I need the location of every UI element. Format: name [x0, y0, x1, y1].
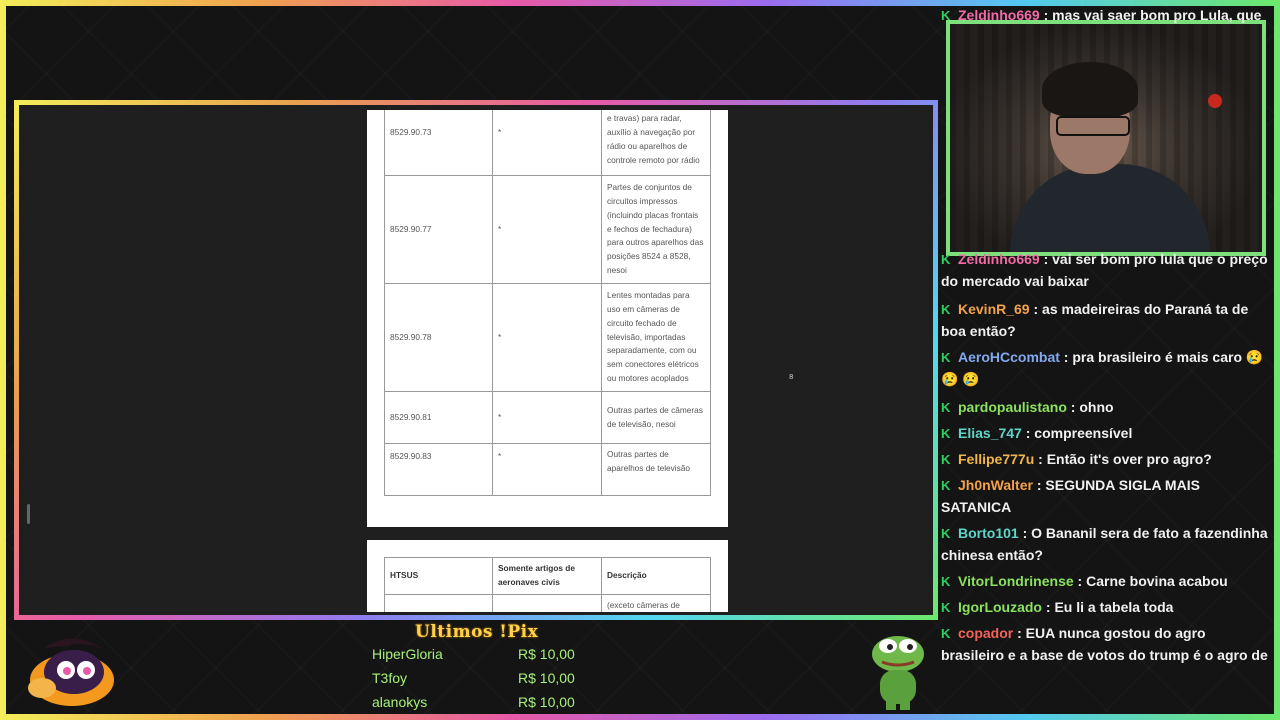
- chat-message: K Jh0nWalter : SEGUNDA SIGLA MAIS SATANIC…: [941, 474, 1271, 518]
- tariff-table-header: HTSUS Somente artigos de aeronaves civis…: [384, 557, 711, 612]
- pix-title: Ultimos !Pix: [415, 622, 539, 642]
- chat-message: K Zeldinho669 : mas vai saer bom pro Lula…: [941, 4, 1271, 26]
- pix-amount: R$ 10,00: [518, 670, 575, 686]
- chat-username[interactable]: VitorLondrinense: [958, 573, 1074, 589]
- chat-username[interactable]: Zeldinho669: [958, 7, 1040, 23]
- scrollbar-handle[interactable]: [27, 504, 30, 524]
- chat-username[interactable]: pardopaulistano: [958, 399, 1067, 415]
- pix-donor: HiperGloria: [372, 646, 443, 662]
- chat-text: : mas vai saer bom pro Lula, que: [1043, 7, 1262, 23]
- subscriber-badge-icon: K: [941, 302, 951, 317]
- chat-username[interactable]: Zeldinho669: [958, 251, 1040, 267]
- subscriber-badge-icon: K: [941, 626, 951, 641]
- table-row: (exceto câmeras de televisão), nesoi: [384, 594, 711, 612]
- table-row: 8529.90.83 * Outras partes de aparelhos de…: [384, 443, 711, 496]
- subscriber-badge-icon: K: [941, 452, 951, 467]
- table-row: 8529.90.73*(incluindo placas frontais e …: [384, 110, 711, 176]
- mouse-cursor: 8: [789, 373, 794, 381]
- chat-username[interactable]: copador: [958, 625, 1013, 641]
- table-row: 8529.90.81 * Outras partes de câmeras de t…: [384, 391, 711, 444]
- pix-entry: alanokys R$ 10,00: [372, 692, 612, 716]
- subscriber-badge-icon: K: [941, 252, 951, 267]
- row-mark: *: [492, 283, 602, 392]
- table-header-row: HTSUS Somente artigos de aeronaves civis…: [384, 557, 711, 595]
- chat-panel: K Zeldinho669 : mas vai saer bom pro Lula…: [941, 4, 1271, 666]
- mascot-character-icon: [28, 638, 114, 706]
- chat-username[interactable]: AeroHCcombat: [958, 349, 1060, 365]
- chat-message: K Elias_747 : compreensível: [941, 422, 1271, 444]
- chat-message: Kcopador : EUA nunca gostou do agro bras…: [941, 622, 1271, 666]
- pix-entry: HiperGloria R$ 10,00: [372, 644, 612, 668]
- shared-screen: 8529.90.73*(incluindo placas frontais e …: [14, 100, 938, 620]
- row-code: 8529.90.78: [384, 283, 493, 392]
- chat-message: K Fellipe777u : Então it's over pro agro?: [941, 448, 1271, 470]
- pepe-frog-icon: [872, 636, 924, 710]
- header-description: Descrição: [601, 557, 711, 595]
- pix-amount: R$ 10,00: [518, 694, 575, 710]
- row-mark: *: [492, 391, 602, 444]
- pix-entry: T3foy R$ 10,00: [372, 668, 612, 692]
- row-mark: [492, 594, 602, 612]
- subscriber-badge-icon: K: [941, 574, 951, 589]
- tariff-table: 8529.90.73*(incluindo placas frontais e …: [384, 110, 711, 496]
- pix-donor: T3foy: [372, 670, 408, 686]
- row-mark: *: [492, 110, 602, 176]
- chat-username[interactable]: Borto101: [958, 525, 1019, 541]
- table-row: 8529.90.77 * Partes de conjuntos de circui…: [384, 175, 711, 284]
- chat-username[interactable]: Jh0nWalter: [958, 477, 1033, 493]
- subscriber-badge-icon: K: [941, 8, 951, 23]
- chat-text: : Carne bovina acabou: [1077, 573, 1228, 589]
- row-description: (exceto câmeras de televisão), nesoi: [601, 594, 711, 612]
- chat-username[interactable]: Elias_747: [958, 425, 1022, 441]
- row-description: Outras partes de aparelhos de televisão: [601, 443, 711, 496]
- chat-message: K Borto101 : O Bananil sera de fato a faz…: [941, 522, 1271, 566]
- pdf-viewer[interactable]: 8529.90.73*(incluindo placas frontais e …: [24, 110, 928, 612]
- chat-message: Kpardopaulistano : ohno: [941, 396, 1271, 418]
- pix-amount: R$ 10,00: [518, 646, 575, 662]
- subscriber-badge-icon: K: [941, 400, 951, 415]
- row-description: Outras partes de câmeras de televisão, n…: [601, 391, 711, 444]
- chat-username[interactable]: Fellipe777u: [958, 451, 1034, 467]
- subscriber-badge-icon: K: [941, 478, 951, 493]
- row-code: 8529.90.81: [384, 391, 493, 444]
- subscriber-badge-icon: K: [941, 526, 951, 541]
- row-code: 8529.90.77: [384, 175, 493, 284]
- subscriber-badge-icon: K: [941, 600, 951, 615]
- row-mark: *: [492, 175, 602, 284]
- row-code: 8529.90.83: [384, 443, 493, 496]
- row-code: [384, 594, 493, 612]
- chat-message: K IgorLouzado : Eu li a tabela toda: [941, 596, 1271, 618]
- chat-text: : ohno: [1070, 399, 1114, 415]
- table-row: 8529.90.78 * Lentes montadas para uso em c…: [384, 283, 711, 392]
- chat-username[interactable]: KevinR_69: [958, 301, 1030, 317]
- row-code: 8529.90.73: [384, 110, 493, 176]
- row-description: Partes de conjuntos de circuitos impress…: [601, 175, 711, 284]
- subscriber-badge-icon: K: [941, 350, 951, 365]
- chat-text: : compreensível: [1025, 425, 1133, 441]
- header-civil-aircraft: Somente artigos de aeronaves civis: [492, 557, 602, 595]
- chat-message: K AeroHCcombat : pra brasileiro é mais ca…: [941, 346, 1271, 390]
- row-description: (incluindo placas frontais e travas) par…: [601, 110, 711, 176]
- pdf-page-next: HTSUS Somente artigos de aeronaves civis…: [367, 540, 728, 612]
- row-mark: *: [492, 443, 602, 496]
- row-description: Lentes montadas para uso em câmeras de c…: [601, 283, 711, 392]
- chat-message: K KevinR_69 : as madeireiras do Paraná ta…: [941, 298, 1271, 342]
- chat-username[interactable]: IgorLouzado: [958, 599, 1042, 615]
- header-htsus: HTSUS: [384, 557, 493, 595]
- chat-text: : Então it's over pro agro?: [1038, 451, 1212, 467]
- chat-text: : Eu li a tabela toda: [1045, 599, 1174, 615]
- pix-donor: alanokys: [372, 694, 428, 710]
- pdf-page: 8529.90.73*(incluindo placas frontais e …: [367, 110, 728, 527]
- chat-message: K VitorLondrinense : Carne bovina acabou: [941, 570, 1271, 592]
- chat-message: K Zeldinho669 : vai ser bom pro lula que …: [941, 248, 1271, 292]
- subscriber-badge-icon: K: [941, 426, 951, 441]
